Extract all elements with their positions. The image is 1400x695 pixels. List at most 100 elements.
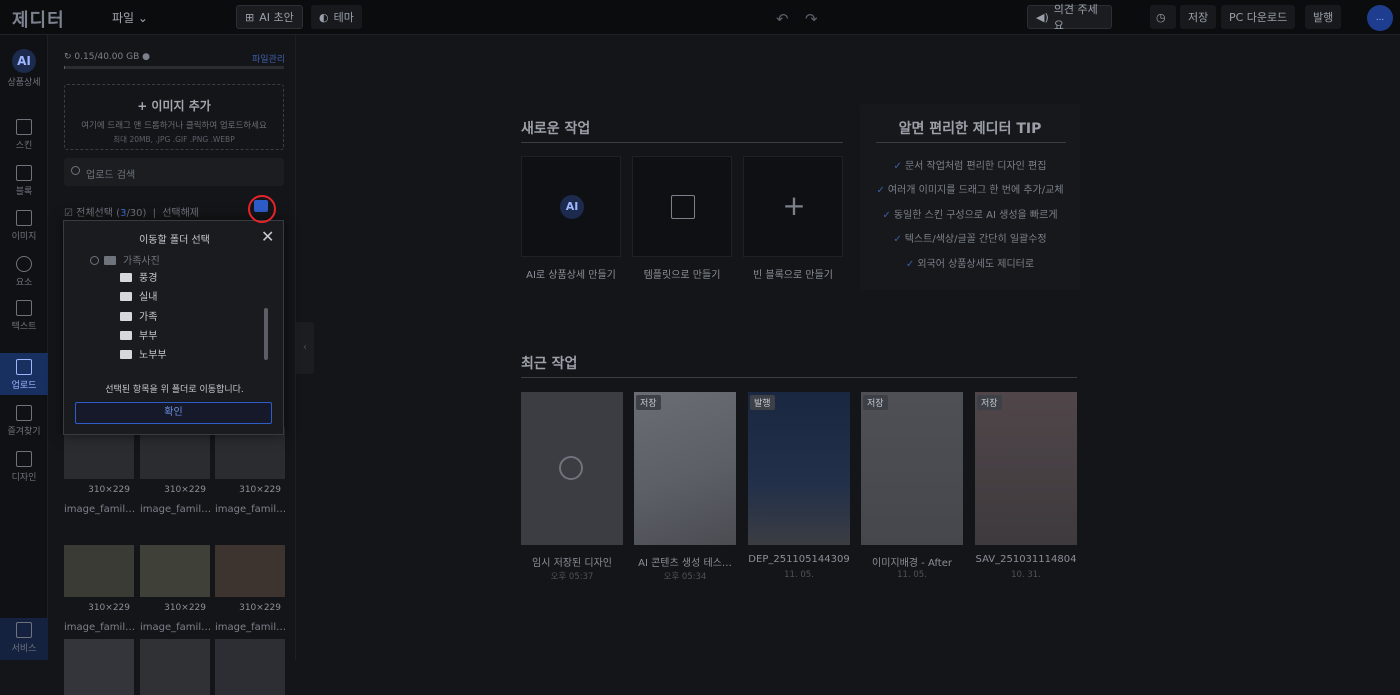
- rail-item-upload[interactable]: 업로드: [0, 353, 48, 395]
- select-all-label[interactable]: 전체선택: [76, 208, 113, 219]
- tree-scrollbar[interactable]: [264, 308, 268, 360]
- tree-folder-item[interactable]: 부부: [120, 327, 157, 342]
- feedback-button[interactable]: ◀) 의견 주세요: [1027, 3, 1112, 32]
- avatar[interactable]: ...: [1367, 5, 1393, 31]
- collapse-icon[interactable]: [90, 256, 99, 265]
- tip-item: ✓ 여러개 이미지를 드래그 한 번에 추가/교체: [860, 181, 1080, 196]
- thumbnail-image: [215, 639, 285, 695]
- section-divider: [521, 377, 1077, 378]
- tree-folder-item[interactable]: 실내: [120, 288, 157, 303]
- file-menu-label: 파일: [112, 11, 135, 25]
- recent-card[interactable]: 저장: [861, 392, 963, 545]
- redo-icon[interactable]: ↷: [805, 10, 818, 28]
- card-artwork: [861, 392, 963, 545]
- undo-icon[interactable]: ↶: [776, 10, 789, 28]
- save-label: 저장: [1188, 11, 1209, 24]
- save-button[interactable]: 저장: [1180, 5, 1217, 29]
- rail-item-skin[interactable]: 스킨: [0, 119, 48, 151]
- app-logo[interactable]: 제디터: [12, 6, 65, 32]
- rail-item-product-detail[interactable]: AI 상품상세: [0, 49, 48, 88]
- thumbnail-name: image_famil…: [215, 622, 285, 633]
- rail-item-my-design[interactable]: 디자인: [0, 451, 48, 483]
- modal-title: 이동할 폴더 선택: [139, 235, 210, 246]
- tree-folder-item[interactable]: 풍경: [120, 269, 157, 284]
- folder-label: 가족: [139, 312, 158, 323]
- template-create-card[interactable]: [632, 156, 732, 257]
- thumbnail-image: [140, 545, 210, 597]
- tip-item: ✓ 텍스트/색상/글꼴 간단히 일괄수정: [860, 230, 1080, 245]
- new-card-label: 템플릿으로 만들기: [643, 270, 721, 281]
- recent-card[interactable]: [521, 392, 623, 545]
- file-menu[interactable]: 파일 ⌄: [112, 9, 148, 26]
- tip-text: 여러개 이미지를 드래그 한 번에 추가/교체: [887, 185, 1064, 196]
- checkbox-icon[interactable]: ☑: [64, 208, 73, 219]
- left-rail: AI 상품상세 스킨 블록 이미지 요소 텍스트 업로드 즐겨찾기 디자인 서비스: [0, 35, 48, 660]
- close-icon[interactable]: ✕: [261, 227, 274, 246]
- thumbnail-size: 310×229: [239, 603, 281, 613]
- rail-item-service[interactable]: 서비스: [0, 618, 48, 660]
- recent-date: 11. 05.: [897, 570, 927, 580]
- check-icon: ✓: [876, 185, 885, 196]
- section-divider: [521, 142, 843, 143]
- thumbnail-name: image_famil…: [64, 504, 134, 515]
- folder-icon: [120, 350, 132, 359]
- text-icon: [16, 300, 32, 316]
- thumbnail-item[interactable]: 310×229 image_famil…: [140, 545, 210, 633]
- history-icon[interactable]: ◷: [1150, 5, 1176, 29]
- theme-button[interactable]: ◐ 테마: [311, 5, 362, 29]
- recent-date: 11. 05.: [784, 570, 814, 580]
- skin-icon: [16, 119, 32, 135]
- thumbnail-item[interactable]: 310×229 image_famil…: [215, 545, 285, 633]
- ai-draft-button[interactable]: ⊞ AI 초안: [236, 5, 303, 29]
- tree-folder-item[interactable]: 가족: [120, 308, 157, 323]
- speaker-icon: ◀): [1036, 10, 1049, 24]
- thumbnail-size: 310×229: [88, 603, 130, 613]
- rail-item-image[interactable]: 이미지: [0, 210, 48, 242]
- folder-label: 노부부: [139, 350, 167, 361]
- search-placeholder: 업로드 검색: [86, 170, 136, 181]
- check-icon: ✓: [893, 161, 902, 172]
- rail-item-text[interactable]: 텍스트: [0, 300, 48, 332]
- rail-item-bookmark[interactable]: 즐겨찾기: [0, 405, 48, 437]
- publish-button[interactable]: 발행: [1305, 5, 1342, 29]
- tree-root-folder[interactable]: 가족사진: [90, 252, 160, 267]
- rail-label: 블록: [15, 187, 33, 197]
- deselect-button[interactable]: 선택해제: [162, 208, 199, 219]
- tip-text: 텍스트/색상/글꼴 간단히 일괄수정: [904, 234, 1047, 245]
- thumbnail-item[interactable]: [64, 639, 134, 695]
- file-manage-link[interactable]: 파일관리: [252, 52, 285, 65]
- upload-dropzone[interactable]: + 이미지 추가 여기에 드래그 앤 드롭하거나 클릭하여 업로드하세요 최대 …: [64, 84, 284, 150]
- recent-card[interactable]: 저장: [975, 392, 1077, 545]
- recent-name: SAV_251031114804: [975, 554, 1077, 565]
- recent-card[interactable]: 저장: [634, 392, 736, 545]
- storage-fill: [64, 66, 65, 69]
- blank-create-card[interactable]: +: [743, 156, 843, 257]
- chevron-down-icon: ⌄: [137, 11, 148, 25]
- rail-item-block[interactable]: 블록: [0, 165, 48, 197]
- add-image-label: + 이미지 추가: [137, 99, 211, 113]
- storage-usage: ↻ 0.15/40.00 GB ●: [64, 52, 150, 62]
- thumbnail-size: 310×229: [88, 485, 130, 495]
- thumbnail-size: 310×229: [164, 603, 206, 613]
- tree-folder-item[interactable]: 노부부: [120, 346, 167, 361]
- recent-date: 오후 05:37: [550, 572, 594, 582]
- storage-bar: [64, 66, 284, 69]
- upload-search-input[interactable]: 업로드 검색: [64, 158, 284, 186]
- upload-icon: [16, 359, 32, 375]
- pc-download-button[interactable]: PC 다운로드: [1221, 5, 1296, 29]
- recent-card[interactable]: 발행: [748, 392, 850, 545]
- confirm-button[interactable]: 확인: [75, 402, 272, 424]
- folder-icon: [104, 256, 116, 265]
- thumbnail-item[interactable]: [215, 639, 285, 695]
- recent-name: 이미지배경 - After: [872, 558, 952, 569]
- ai-create-card[interactable]: AI: [521, 156, 621, 257]
- pc-download-label: PC 다운로드: [1229, 11, 1288, 24]
- tips-title: 알면 편리한 제디터 TIP: [898, 121, 1042, 137]
- thumbnail-item[interactable]: [140, 639, 210, 695]
- block-icon: [16, 165, 32, 181]
- rail-item-element[interactable]: 요소: [0, 256, 48, 288]
- recent-title: 최근 작업: [521, 356, 578, 372]
- thumbnail-item[interactable]: 310×229 image_famil…: [64, 545, 134, 633]
- panel-collapse-button[interactable]: ‹: [296, 322, 314, 374]
- rail-label: 스킨: [15, 141, 33, 151]
